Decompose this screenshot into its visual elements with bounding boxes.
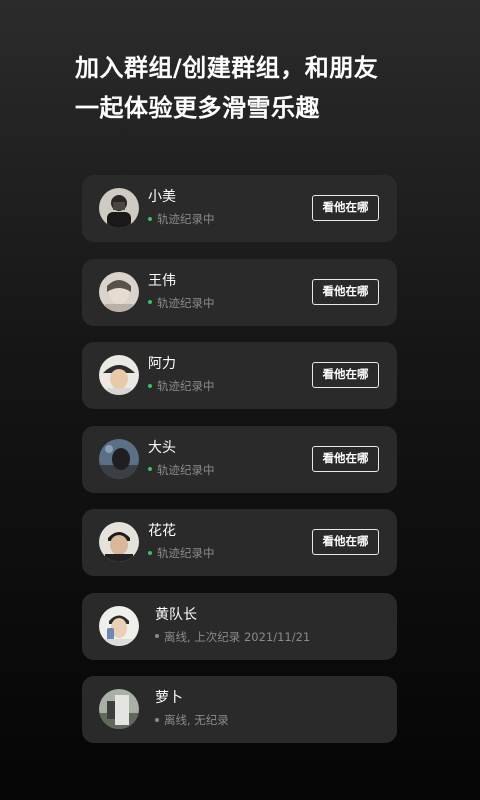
member-card[interactable]: 大头 轨迹纪录中 看他在哪	[82, 425, 397, 493]
member-status: 轨迹纪录中	[148, 295, 215, 311]
member-status: 轨迹纪录中	[148, 211, 215, 227]
member-card[interactable]: 黄队长 离线, 上次纪录 2021/11/21	[82, 592, 397, 660]
avatar-photo-icon	[99, 438, 139, 479]
member-status-text: 轨迹纪录中	[157, 295, 215, 310]
online-dot-icon	[148, 383, 152, 388]
member-name: 萝卜	[155, 690, 183, 706]
member-status: 轨迹纪录中	[148, 462, 215, 478]
member-status-text: 轨迹纪录中	[157, 546, 215, 560]
member-card[interactable]: 花花 轨迹纪录中 看他在哪	[82, 509, 397, 576]
avatar-photo-icon	[99, 271, 139, 312]
offline-dot-icon	[155, 717, 159, 722]
member-status-text: 轨迹纪录中	[157, 379, 215, 393]
online-dot-icon	[148, 216, 152, 221]
headline-line-1: 加入群组/创建群组，和朋友	[75, 54, 379, 82]
member-status-text: 轨迹纪录中	[157, 462, 215, 477]
member-name: 阿力	[148, 356, 176, 372]
locate-member-button[interactable]: 看他在哪	[312, 195, 379, 221]
locate-member-button[interactable]: 看他在哪	[312, 529, 379, 555]
avatar-photo-icon	[99, 605, 139, 646]
member-name: 花花	[148, 523, 176, 539]
member-name: 王伟	[148, 272, 176, 289]
member-list: 小美 轨迹纪录中 看他在哪 王伟 轨迹纪录中 看他在哪 阿力 轨迹纪录中 看他在…	[82, 175, 397, 760]
member-status: 轨迹纪录中	[148, 378, 215, 394]
avatar-photo-icon	[99, 355, 139, 395]
avatar-photo-icon	[99, 188, 139, 228]
member-status-text: 轨迹纪录中	[157, 212, 215, 226]
member-name: 黄队长	[155, 606, 197, 623]
online-dot-icon	[148, 300, 152, 304]
online-dot-icon	[148, 550, 152, 555]
member-card[interactable]: 王伟 轨迹纪录中 看他在哪	[82, 258, 397, 326]
locate-member-button[interactable]: 看他在哪	[312, 278, 379, 305]
member-name: 小美	[148, 189, 176, 205]
member-status-text: 离线, 无纪录	[164, 713, 229, 727]
member-card[interactable]: 阿力 轨迹纪录中 看他在哪	[82, 342, 397, 409]
offline-dot-icon	[155, 634, 159, 638]
member-status: 离线, 无纪录	[155, 712, 229, 728]
member-card[interactable]: 萝卜 离线, 无纪录	[82, 676, 397, 743]
locate-member-button[interactable]: 看他在哪	[312, 445, 379, 472]
online-dot-icon	[148, 467, 152, 471]
member-status: 离线, 上次纪录 2021/11/21	[155, 629, 310, 645]
member-card[interactable]: 小美 轨迹纪录中 看他在哪	[82, 175, 397, 242]
member-name: 大头	[148, 439, 176, 456]
avatar-photo-icon	[99, 522, 139, 562]
member-status: 轨迹纪录中	[148, 545, 215, 561]
avatar-photo-icon	[99, 689, 139, 729]
headline: 加入群组/创建群组，和朋友 一起体验更多滑雪乐趣	[75, 48, 435, 128]
locate-member-button[interactable]: 看他在哪	[312, 362, 379, 388]
headline-line-2: 一起体验更多滑雪乐趣	[75, 94, 320, 122]
member-status-text: 离线, 上次纪录 2021/11/21	[164, 629, 311, 644]
